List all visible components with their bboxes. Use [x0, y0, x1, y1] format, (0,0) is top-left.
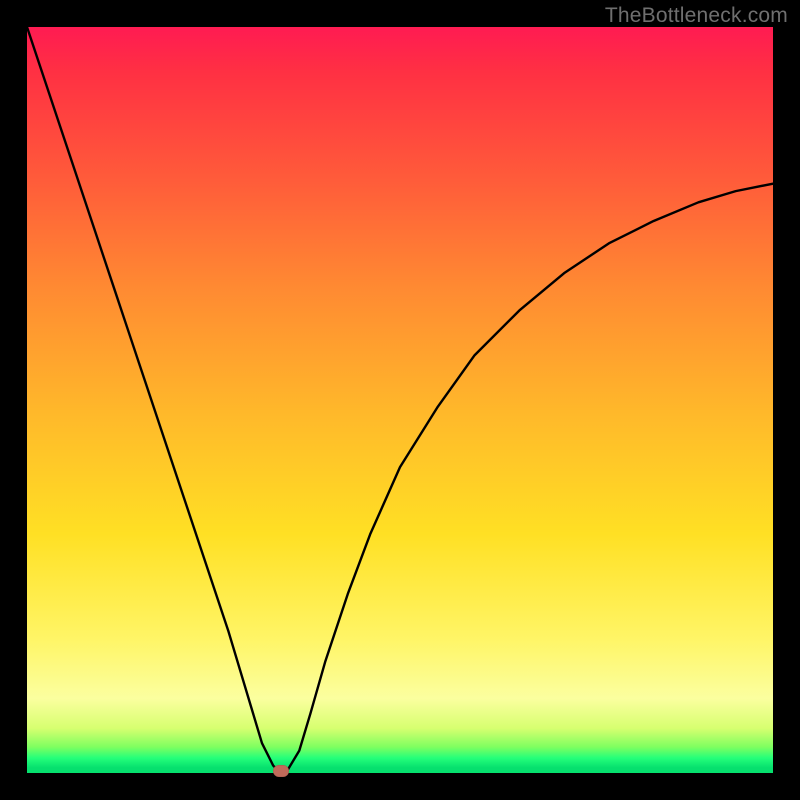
bottleneck-curve-svg	[27, 27, 773, 773]
watermark-text: TheBottleneck.com	[605, 4, 788, 28]
chart-frame	[27, 27, 773, 773]
bottleneck-curve-path	[27, 27, 773, 773]
minimum-marker-dot	[273, 765, 289, 777]
